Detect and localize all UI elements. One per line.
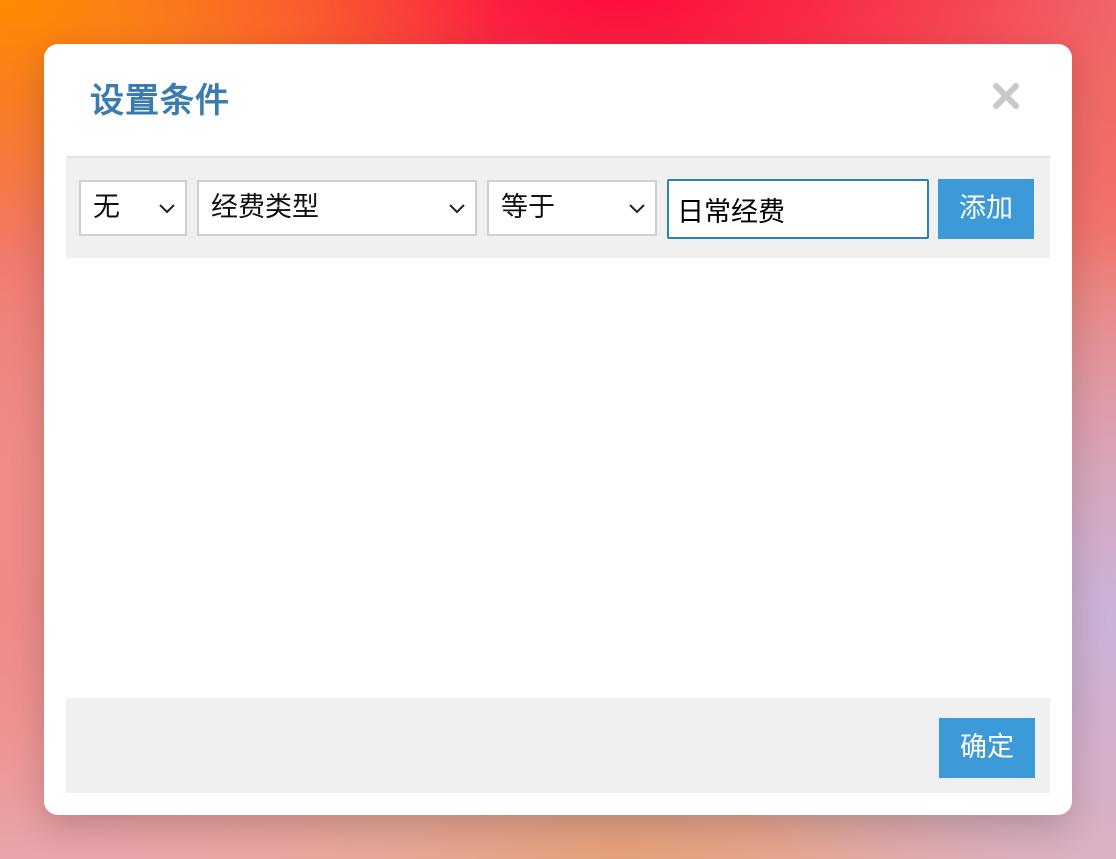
logic-select-value: 无	[93, 192, 120, 223]
condition-value-input[interactable]	[667, 179, 929, 239]
chevron-down-icon	[159, 204, 175, 214]
operator-select-value: 等于	[501, 192, 555, 223]
close-icon[interactable]	[982, 72, 1030, 120]
operator-select[interactable]: 等于	[487, 180, 657, 236]
set-condition-dialog: 设置条件 无 经费类型 等于 添加 确定	[44, 44, 1072, 815]
condition-toolbar: 无 经费类型 等于 添加	[66, 156, 1050, 258]
confirm-button[interactable]: 确定	[939, 718, 1035, 778]
field-select[interactable]: 经费类型	[197, 180, 477, 236]
add-button[interactable]: 添加	[938, 179, 1034, 239]
logic-select[interactable]: 无	[79, 180, 187, 236]
chevron-down-icon	[449, 204, 465, 214]
dialog-footer: 确定	[66, 698, 1050, 793]
chevron-down-icon	[629, 204, 645, 214]
dialog-title: 设置条件	[90, 81, 230, 121]
field-select-value: 经费类型	[211, 192, 319, 223]
